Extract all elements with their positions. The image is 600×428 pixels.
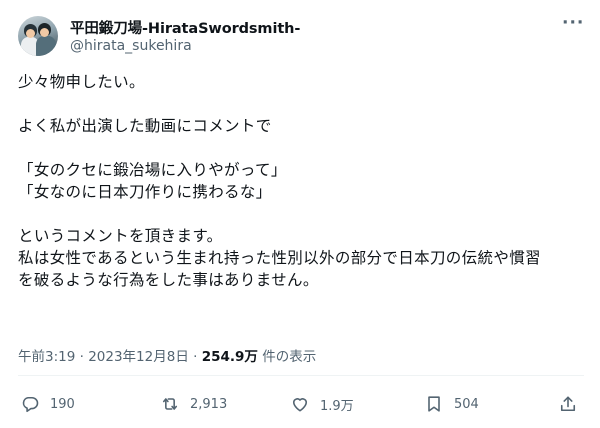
tweet-header: 平田鍛刀場-HirataSwordsmith- @hirata_sukehira… <box>18 15 584 60</box>
tweet-card: 平田鍛刀場-HirataSwordsmith- @hirata_sukehira… <box>0 0 600 428</box>
share-icon <box>558 394 578 414</box>
tweet-line: よく私が出演した動画にコメントで <box>18 117 272 135</box>
tweet-line: 私は女性であるという生まれ持った性別以外の部分で日本刀の伝統や慣習 <box>18 249 541 267</box>
author-handle[interactable]: @hirata_sukehira <box>70 38 192 54</box>
meta-separator: · <box>75 349 89 365</box>
bookmark-icon <box>424 394 444 414</box>
view-count-suffix: 件の表示 <box>257 349 317 365</box>
share-button[interactable] <box>558 386 578 422</box>
more-options-icon[interactable]: ··· <box>562 15 584 38</box>
tweet-time[interactable]: 午前3:19 <box>18 349 75 365</box>
heart-icon <box>290 394 310 414</box>
bookmark-button[interactable]: 504 <box>424 386 479 422</box>
retweet-icon <box>160 394 180 414</box>
divider <box>18 375 584 376</box>
tweet-line: というコメントを頂きます。 <box>18 227 223 245</box>
tweet-actions: 190 2,913 1.9万 504 <box>18 386 584 422</box>
retweet-count: 2,913 <box>190 396 228 412</box>
reply-icon <box>20 394 40 414</box>
tweet-date[interactable]: 2023年12月8日 <box>88 349 189 365</box>
tweet-text: 少々物申したい。 よく私が出演した動画にコメントで 「女のクセに鍛冶場に入りやが… <box>18 71 582 291</box>
like-count: 1.9万 <box>320 398 354 414</box>
tweet-line: 「女なのに日本刀作りに携わるな」 <box>18 183 272 201</box>
reply-count: 190 <box>50 396 75 412</box>
retweet-button[interactable]: 2,913 <box>160 386 227 422</box>
reply-button[interactable]: 190 <box>20 386 75 422</box>
meta-separator: · <box>188 349 202 365</box>
avatar[interactable] <box>18 16 58 56</box>
tweet-meta: 午前3:19 · 2023年12月8日 · 254.9万 件の表示 <box>18 345 316 365</box>
view-count: 254.9万 <box>201 349 258 365</box>
tweet-line: 「女のクセに鍛冶場に入りやがって」 <box>18 161 287 179</box>
tweet-line: 少々物申したい。 <box>18 73 145 91</box>
like-button[interactable]: 1.9万 <box>290 386 354 422</box>
author-display-name[interactable]: 平田鍛刀場-HirataSwordsmith- <box>70 17 300 38</box>
bookmark-count: 504 <box>454 396 479 412</box>
tweet-line: を破るような行為をした事はありません。 <box>18 271 319 289</box>
